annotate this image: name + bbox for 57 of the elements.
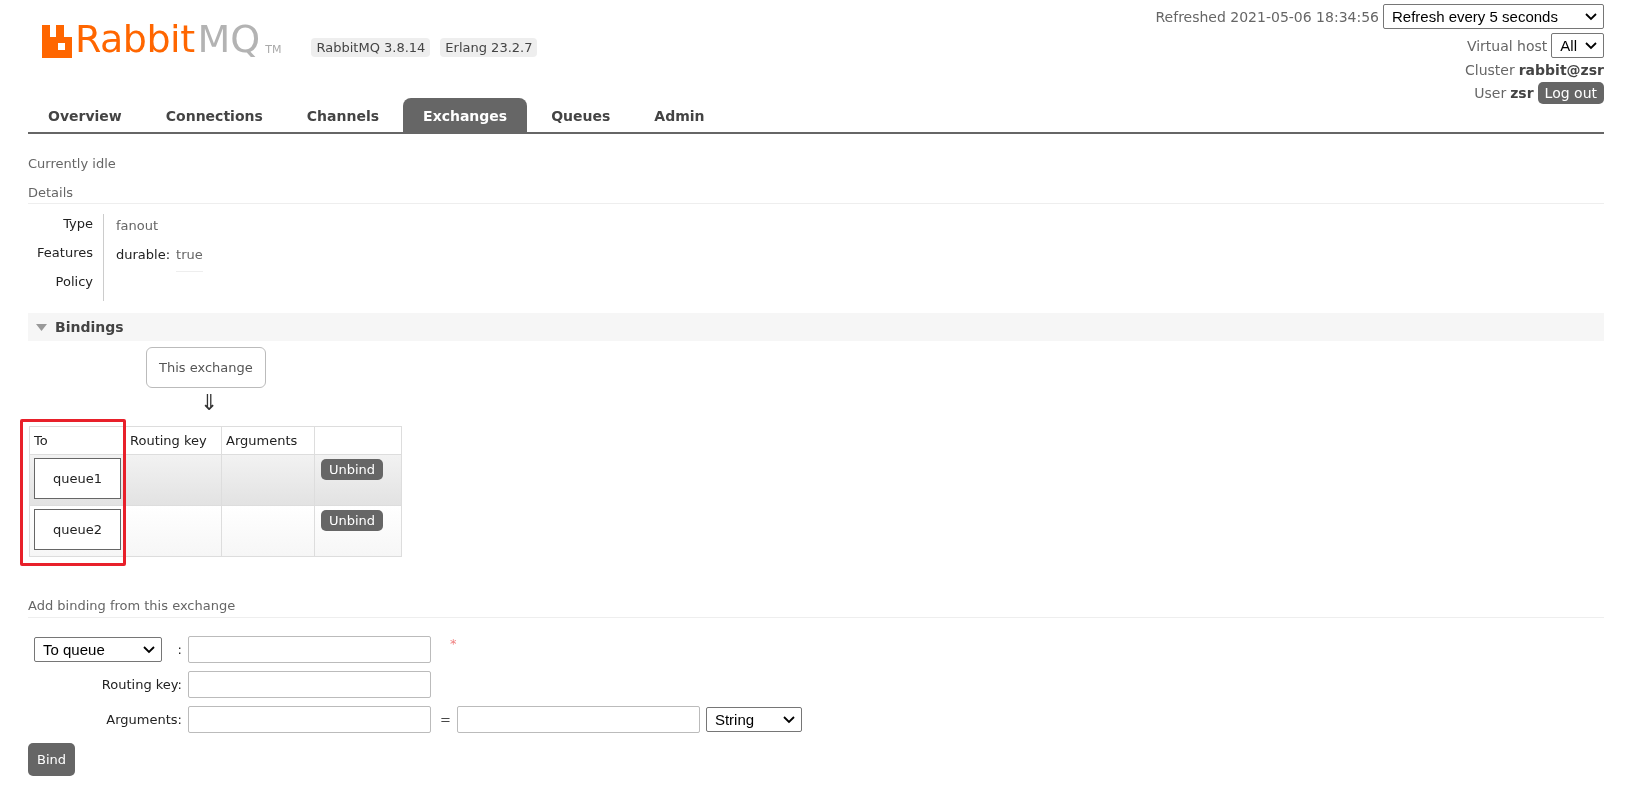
nav-tab[interactable]: Queues: [531, 98, 631, 132]
cluster-label: Cluster: [1465, 62, 1515, 78]
nav-tab[interactable]: Admin: [634, 98, 725, 132]
detail-label: Policy: [28, 272, 104, 301]
column-header: Arguments: [221, 426, 315, 455]
target-select[interactable]: To queue: [34, 637, 162, 662]
required-mark: *: [450, 636, 457, 651]
queue-link[interactable]: queue1: [34, 458, 121, 499]
virtual-host-label: Virtual host: [1466, 37, 1548, 54]
trademark-mark: TM: [265, 43, 282, 56]
bind-button[interactable]: Bind: [28, 743, 76, 776]
virtual-host-select[interactable]: All: [1551, 33, 1604, 58]
field-label: Routing key:: [100, 677, 183, 692]
detail-value: true: [176, 247, 203, 272]
exchange-node: This exchange: [146, 347, 266, 388]
column-header: Routing key: [125, 426, 222, 455]
refreshed-time: Refreshed 2021-05-06 18:34:56: [1155, 8, 1379, 25]
input-field[interactable]: [188, 706, 431, 733]
colon-text: :: [177, 642, 182, 657]
logout-button[interactable]: Log out: [1537, 82, 1604, 104]
detail-label: Type: [28, 214, 104, 243]
queue-link[interactable]: queue2: [34, 509, 121, 550]
status-text: Currently idle: [28, 156, 117, 171]
unbind-button[interactable]: Unbind: [321, 510, 384, 531]
logo-text: Rabbit: [75, 20, 195, 58]
section-heading: Add binding from this exchange: [28, 598, 1604, 618]
nav-tab[interactable]: Connections: [145, 98, 283, 132]
feature-key: durable:: [116, 247, 171, 272]
cluster-name: rabbit@zsr: [1518, 62, 1604, 78]
unbind-button[interactable]: Unbind: [321, 459, 384, 480]
nav-tab[interactable]: Channels: [286, 98, 400, 132]
section-title: Bindings: [55, 319, 124, 335]
user-label: User: [1474, 85, 1507, 101]
user-name: zsr: [1510, 85, 1534, 101]
arrow-glyph: ⇓: [200, 392, 220, 414]
input-field[interactable]: [188, 636, 431, 663]
chevron-down-icon: [1585, 41, 1597, 50]
nav-tab[interactable]: Overview: [28, 98, 142, 132]
chevron-down-icon: [782, 715, 795, 724]
nav-tab[interactable]: Exchanges: [403, 98, 528, 132]
logo-icon: [42, 25, 72, 58]
detail-label: Features: [28, 243, 104, 272]
chevron-down-icon: [143, 645, 155, 654]
equals-sign: =: [440, 712, 451, 727]
chevron-down-icon: [1585, 12, 1597, 21]
field-label: Arguments:: [105, 712, 183, 727]
logo-suffix: MQ: [197, 20, 261, 58]
section-header[interactable]: Bindings: [28, 313, 1604, 341]
type-select[interactable]: String: [705, 707, 802, 732]
input-field[interactable]: [456, 706, 700, 733]
column-header: To: [29, 426, 126, 455]
detail-value: fanout: [116, 218, 159, 235]
version-badge: Erlang 23.2.7: [440, 38, 538, 57]
input-field[interactable]: [188, 671, 431, 698]
version-badge: RabbitMQ 3.8.14: [311, 38, 431, 57]
section-heading: Details: [28, 185, 1604, 204]
refresh-select[interactable]: Refresh every 5 seconds: [1383, 4, 1604, 29]
